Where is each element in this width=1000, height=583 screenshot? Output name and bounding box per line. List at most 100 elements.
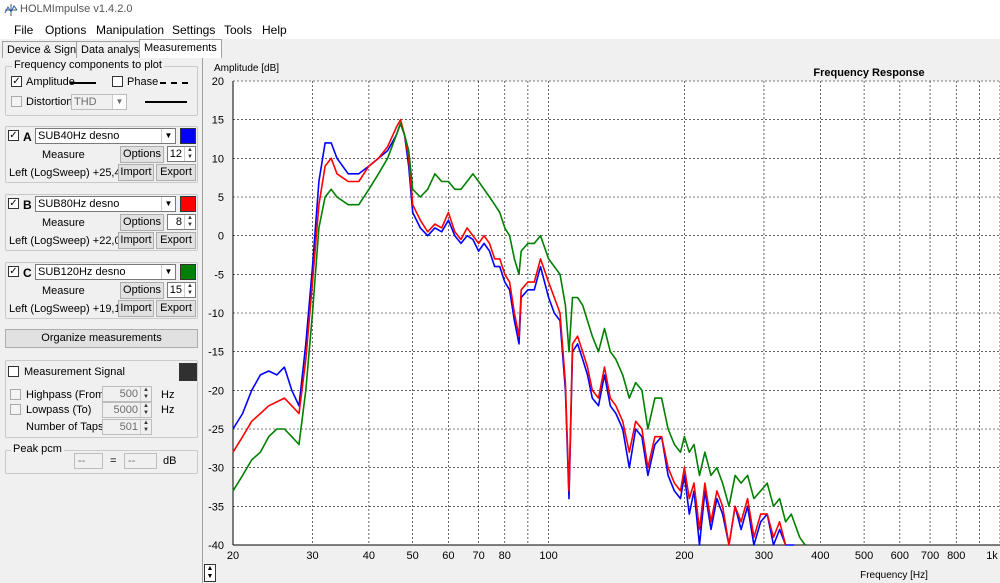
app-icon [4,3,18,17]
y-tick-label: -40 [208,540,224,552]
measurement-a-smoothing-stepper[interactable]: 12 ▲ ▼ [167,146,196,162]
measurement-a-name: SUB40Hz desno [38,130,120,142]
phase-checkbox[interactable] [112,76,123,87]
distortion-select[interactable]: THD ▼ [71,94,127,110]
spin-arrows-icon[interactable]: ▲ ▼ [140,403,151,417]
x-tick-label: 300 [755,550,773,562]
measurement-a-info: Left (LogSweep) +25,4dB [9,167,135,179]
menu-tools[interactable]: Tools [224,23,252,37]
amplitude-line-sample [70,82,96,84]
chevron-down-icon: ▼ [161,197,175,211]
y-tick-label: -30 [208,463,224,475]
distortion-checkbox[interactable] [11,96,22,107]
x-tick-label: 200 [675,550,693,562]
taps-label: Number of Taps [26,421,104,433]
measurement-c-info: Left (LogSweep) +19,1dB [9,303,135,315]
measurement-a-color-swatch[interactable] [180,128,196,144]
amplitude-label: Amplitude [26,76,75,88]
measurement-a-options-button[interactable]: Options [120,146,164,163]
peak-unit: dB [163,455,177,467]
x-tick-label: 500 [855,550,873,562]
organize-measurements-button[interactable]: Organize measurements [5,329,198,348]
spin-arrows-icon[interactable]: ▲ ▼ [184,147,195,161]
x-tick-label: 400 [811,550,829,562]
lowpass-label: Lowpass (To) [26,404,92,416]
y-tick-label: -35 [208,501,224,513]
measurement-c-color-swatch[interactable] [180,264,196,280]
measurement-b-info: Left (LogSweep) +22,0dB [9,235,135,247]
measurement-c-name-select[interactable]: SUB120Hz desno ▼ [35,264,176,280]
measurement-b-checkbox[interactable]: ✓ [8,198,19,209]
measurement-a-checkbox[interactable]: ✓ [8,130,19,141]
x-tick-label: 70 [472,550,484,562]
spin-arrows-icon[interactable]: ▲ ▼ [140,387,151,401]
highpass-checkbox[interactable] [10,389,21,400]
y-tick-label: -25 [208,424,224,436]
measurement-b-export-button[interactable]: Export [156,232,196,249]
y-tick-label: 10 [212,153,224,165]
spin-arrows-icon[interactable]: ▲ ▼ [184,283,195,297]
measurement-c-measure-button[interactable]: Measure [42,285,85,297]
measurement-c-export-button[interactable]: Export [156,300,196,317]
measurement-b-smoothing-stepper[interactable]: 8 ▲ ▼ [167,214,196,230]
spin-arrows-icon[interactable]: ▲ ▼ [184,215,195,229]
phase-label: Phase [127,76,159,88]
measurement-b-options-button[interactable]: Options [120,214,164,231]
peak-pcm-title: Peak pcm [11,443,64,455]
distortion-label: Distortion [26,96,73,108]
peak-equals: = [110,455,117,467]
measurement-c-checkbox[interactable]: ✓ [8,266,19,277]
menu-manipulation[interactable]: Manipulation [96,23,164,37]
measurement-signal-color-swatch[interactable] [179,363,197,381]
measurement-a-import-button[interactable]: Import [118,164,154,181]
x-tick-label: 40 [363,550,375,562]
lowpass-unit: Hz [161,404,175,416]
window-title: HOLMImpulse v1.4.2.0 [20,3,133,15]
plot-background [233,81,1000,545]
tab-measurements[interactable]: Measurements [139,39,222,59]
y-tick-label: 20 [212,76,224,88]
measurement-b-name: SUB80Hz desno [38,198,120,210]
scroll-nav-icon[interactable]: ▲ ▼ [204,564,216,582]
menu-file[interactable]: File [14,23,33,37]
frequency-response-chart[interactable]: 20151050-5-10-15-20-25-30-35-4020 30 40 50 6… [204,58,1000,583]
lowpass-stepper[interactable]: 5000 ▲ ▼ [102,402,152,418]
highpass-unit: Hz [161,389,175,401]
measurement-b-import-button[interactable]: Import [118,232,154,249]
taps-stepper[interactable]: 501 ▲ ▼ [102,419,152,435]
x-tick-label: 100 [539,550,557,562]
menu-help[interactable]: Help [262,23,287,37]
lowpass-checkbox[interactable] [10,404,21,415]
x-axis-label: Frequency [Hz] [860,570,928,581]
x-tick-label: 50 [407,550,419,562]
measurement-b-color-swatch[interactable] [180,196,196,212]
measurement-a-name-select[interactable]: SUB40Hz desno ▼ [35,128,176,144]
measurement-a-letter: A [23,130,32,144]
x-tick-label: 700 [921,550,939,562]
menu-options[interactable]: Options [45,23,86,37]
amplitude-checkbox[interactable]: ✓ [11,76,22,87]
x-tick-label: 600 [891,550,909,562]
menu-settings[interactable]: Settings [172,23,215,37]
measurement-c-letter: C [23,266,32,280]
y-tick-label: -20 [208,385,224,397]
highpass-stepper[interactable]: 500 ▲ ▼ [102,386,152,402]
measurement-c-smoothing-stepper[interactable]: 15 ▲ ▼ [167,282,196,298]
measurement-a-export-button[interactable]: Export [156,164,196,181]
chevron-down-icon: ▼ [112,95,126,109]
measurement-c-options-button[interactable]: Options [120,282,164,299]
measurement-signal-checkbox[interactable] [8,366,19,377]
y-tick-label: -10 [208,308,224,320]
measurement-b-name-select[interactable]: SUB80Hz desno ▼ [35,196,176,212]
measurement-a-measure-button[interactable]: Measure [42,149,85,161]
x-tick-label: 80 [499,550,511,562]
spin-arrows-icon[interactable]: ▲ ▼ [140,420,151,434]
y-axis-label: Amplitude [dB] [214,63,279,74]
y-tick-label: 5 [218,192,224,204]
measurement-c-import-button[interactable]: Import [118,300,154,317]
y-tick-label: 0 [218,231,224,243]
highpass-value: 500 [119,388,138,400]
measurement-b-measure-button[interactable]: Measure [42,217,85,229]
distortion-select-value: THD [74,96,97,108]
x-tick-label: 1k [986,550,998,562]
